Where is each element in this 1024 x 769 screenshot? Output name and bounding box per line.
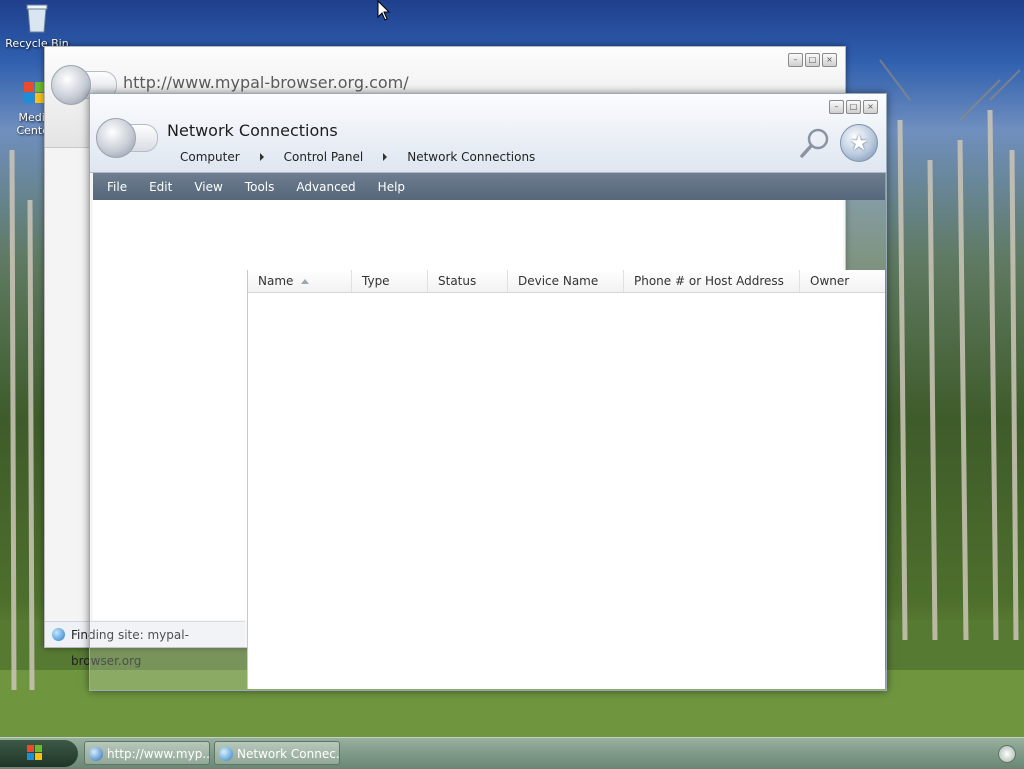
column-header-device-name[interactable]: Device Name	[508, 270, 624, 292]
menu-edit[interactable]: Edit	[149, 180, 172, 194]
window-title: Network Connections	[167, 121, 338, 140]
recycle-bin-icon	[26, 4, 48, 33]
breadcrumb-network-connections[interactable]: Network Connections	[407, 150, 535, 164]
column-label: Device Name	[518, 274, 599, 288]
network-connections-window[interactable]: Network Connections Computer Control Pan…	[89, 93, 887, 691]
list-header: Name Type Status Device Name Phone # or …	[248, 270, 885, 293]
taskbar-item-label: Network Connec...	[237, 747, 340, 761]
mouse-pointer-icon	[377, 0, 391, 21]
menu-file[interactable]: File	[107, 180, 127, 194]
connections-list[interactable]: Name Type Status Device Name Phone # or …	[247, 270, 885, 689]
taskbar-item-browser[interactable]: http://www.myp...	[84, 741, 210, 765]
maximize-button[interactable]: □	[846, 100, 861, 114]
windows-logo-icon	[27, 745, 42, 760]
close-button[interactable]: ×	[822, 53, 837, 67]
column-label: Status	[438, 274, 477, 288]
window-controls: – □ ×	[788, 53, 837, 67]
network-icon	[219, 747, 233, 761]
tray-expand-icon[interactable]	[998, 745, 1016, 763]
sort-ascending-icon	[301, 279, 310, 284]
taskbar: http://www.myp... Network Connec...	[0, 737, 1024, 769]
menu-help[interactable]: Help	[378, 180, 405, 194]
back-button[interactable]	[51, 65, 91, 105]
column-label: Type	[362, 274, 390, 288]
taskbar-item-network-connections[interactable]: Network Connec...	[214, 741, 340, 765]
minimize-button[interactable]: –	[829, 100, 844, 114]
menu-advanced[interactable]: Advanced	[296, 180, 355, 194]
search-icon[interactable]	[798, 125, 834, 161]
breadcrumb-control-panel[interactable]: Control Panel	[284, 150, 364, 164]
maximize-button[interactable]: □	[805, 53, 820, 67]
browser-icon	[89, 747, 103, 761]
breadcrumb-computer[interactable]: Computer	[180, 150, 240, 164]
desktop-icon-recycle-bin[interactable]: Recycle Bin	[2, 2, 72, 50]
start-button[interactable]	[0, 740, 78, 767]
taskbar-item-label: http://www.myp...	[107, 747, 210, 761]
column-header-phone-host[interactable]: Phone # or Host Address	[624, 270, 800, 292]
close-button[interactable]: ×	[863, 100, 878, 114]
column-label: Owner	[810, 274, 850, 288]
menu-tools[interactable]: Tools	[245, 180, 275, 194]
column-label: Name	[258, 274, 294, 288]
column-header-status[interactable]: Status	[428, 270, 508, 292]
menu-view[interactable]: View	[194, 180, 222, 194]
favorites-star-icon[interactable]: ★	[840, 124, 878, 162]
column-header-owner[interactable]: Owner	[800, 270, 885, 292]
address-bar[interactable]: http://www.mypal-browser.org.com/	[123, 73, 409, 92]
content-area	[93, 200, 843, 270]
minimize-button[interactable]: –	[788, 53, 803, 67]
column-label: Phone # or Host Address	[634, 274, 784, 288]
task-pane	[93, 270, 247, 620]
globe-icon	[52, 628, 65, 641]
column-header-type[interactable]: Type	[352, 270, 428, 292]
header-tools: ★	[798, 124, 878, 162]
breadcrumb-arrow-icon[interactable]	[383, 153, 388, 161]
breadcrumb-arrow-icon[interactable]	[259, 153, 264, 161]
back-button[interactable]	[96, 118, 136, 158]
column-header-name[interactable]: Name	[248, 270, 352, 292]
breadcrumb: Computer Control Panel Network Connectio…	[180, 150, 535, 164]
menu-bar: File Edit View Tools Advanced Help	[93, 173, 885, 200]
window-header: Network Connections Computer Control Pan…	[90, 94, 886, 173]
window-controls: – □ ×	[829, 100, 878, 114]
